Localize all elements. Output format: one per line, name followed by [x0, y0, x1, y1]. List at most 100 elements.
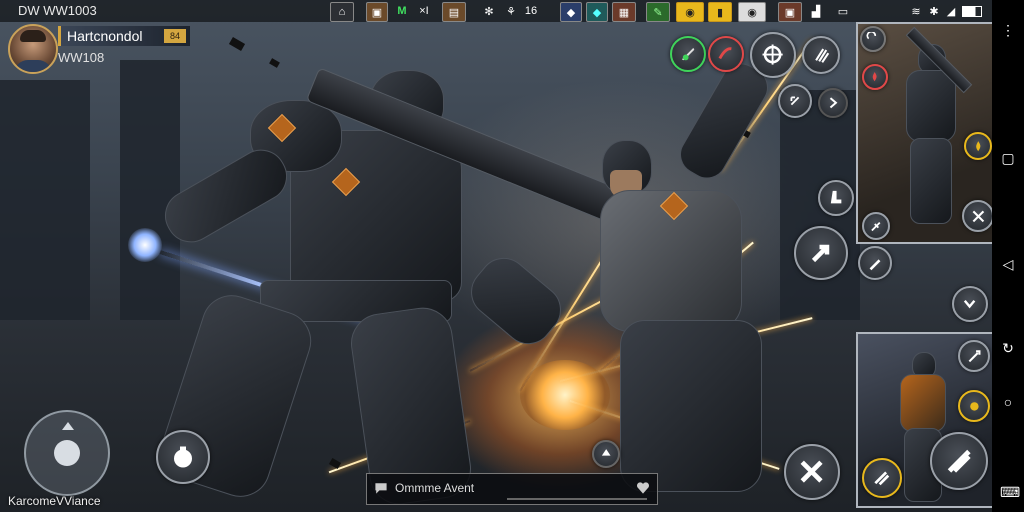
panel-skill-cross[interactable] — [962, 200, 992, 232]
chat-divider — [507, 498, 647, 500]
panel-skill-fire[interactable] — [862, 64, 888, 90]
crossbones-icon — [800, 460, 824, 484]
cellular-icon: ◢ — [946, 5, 956, 18]
player-name: Hartcnondol — [67, 28, 143, 44]
knife-icon — [869, 259, 881, 271]
signal-icon: ▟ — [811, 5, 821, 18]
throw-button[interactable] — [858, 246, 892, 280]
more-icon[interactable]: ⋮ — [1000, 22, 1016, 38]
preview-torso — [906, 70, 956, 142]
badge-icon[interactable]: ▣ — [778, 2, 802, 22]
gold-coin-icon[interactable]: ◉ — [676, 2, 704, 22]
kick-button[interactable] — [818, 180, 854, 216]
reload-button[interactable] — [778, 84, 812, 118]
panel2-skill-burst[interactable] — [958, 390, 990, 422]
player-avatar[interactable] — [8, 24, 58, 74]
debris — [228, 37, 246, 51]
reload-icon — [790, 96, 800, 106]
soldier-arm — [155, 140, 297, 252]
bottom-label: KarcomeVViance — [8, 494, 101, 508]
keyboard-icon[interactable]: ⌨ — [1000, 484, 1020, 500]
avatar-shirt — [14, 60, 52, 72]
melee-attack-button[interactable] — [794, 226, 848, 280]
network-icon: ⚘ — [506, 5, 516, 18]
chat-text: Ommme Avent — [395, 481, 475, 495]
rocket-icon — [968, 349, 981, 362]
swap-button[interactable] — [818, 88, 848, 118]
panel2-skill-rocket[interactable] — [958, 340, 990, 372]
flame-icon — [976, 140, 981, 152]
ruined-building — [0, 80, 90, 320]
slash-skill-button[interactable] — [708, 36, 744, 72]
wifi-icon: ≋ — [911, 5, 921, 18]
chat-bar[interactable]: Ommme Avent — [366, 473, 658, 505]
ping-icon — [601, 448, 611, 456]
recents-icon[interactable]: ▢ — [1000, 150, 1016, 166]
enemy-soldier — [580, 56, 800, 492]
character-preview-top[interactable] — [856, 22, 994, 244]
chevron-down-icon — [964, 300, 976, 309]
fire-icon — [873, 72, 878, 82]
shield-icon[interactable]: ◆ — [560, 2, 582, 22]
home-button-icon[interactable]: ○ — [1000, 394, 1016, 410]
panel-skill-flame[interactable] — [964, 132, 992, 160]
chat-icon — [375, 483, 387, 494]
screen-icon: ▭ — [837, 5, 849, 18]
movement-joystick[interactable] — [24, 410, 110, 496]
gold-bar-icon[interactable]: ▮ — [708, 2, 732, 22]
crosshair-icon — [762, 44, 784, 66]
burst-icon — [969, 401, 979, 411]
crouch-button[interactable] — [952, 286, 988, 322]
crate-icon[interactable]: ▦ — [612, 2, 636, 22]
player-level: WW108 — [58, 50, 105, 65]
loot-icon[interactable]: ▤ — [442, 2, 466, 22]
indicator-16: 16 — [524, 5, 538, 17]
indicator-m: M — [397, 5, 407, 17]
debris — [269, 58, 280, 68]
crosshair-skill-button[interactable] — [750, 32, 796, 78]
character-preview-bottom[interactable] — [856, 332, 994, 508]
avatar-hair — [20, 30, 46, 42]
slash-icon — [718, 47, 732, 60]
preview-legs — [910, 138, 952, 224]
bluetooth-icon: ✱ — [929, 5, 939, 18]
arrow-icon — [811, 244, 830, 263]
navigation-bar: ⋮ ▢ ◁ ↻ ○ ⌨ — [992, 0, 1024, 512]
enemy-legs — [620, 320, 762, 492]
refresh-icon — [866, 32, 877, 40]
gem-icon[interactable]: ◆ — [586, 2, 608, 22]
grenade-button[interactable] — [156, 430, 210, 484]
enemy-arm-raised — [672, 56, 776, 186]
status-left-text: DW WW1003 — [18, 3, 97, 18]
rotate-icon[interactable]: ↻ — [1000, 340, 1016, 356]
joystick-knob[interactable] — [54, 440, 80, 466]
chest-icon[interactable]: ▣ — [366, 2, 388, 22]
player-name-plate: Hartcnondol 84 — [58, 26, 190, 46]
panel-skill-slash[interactable] — [862, 212, 890, 240]
leaf-icon[interactable]: ✎ — [646, 2, 670, 22]
ping-button[interactable] — [592, 440, 620, 468]
claws-icon — [815, 48, 829, 63]
blade-icon — [682, 48, 695, 61]
preview2-torso — [900, 374, 946, 432]
heart-icon[interactable] — [635, 480, 651, 496]
cross-blades-icon — [972, 210, 984, 222]
grenade-icon — [174, 446, 192, 468]
panel2-attack-button[interactable] — [930, 432, 988, 490]
indicator-xi: ×I — [419, 5, 429, 17]
settings-icon[interactable]: ✻ — [480, 2, 498, 20]
boot-icon — [831, 191, 842, 204]
sword-icon — [871, 221, 881, 231]
up-arrow-icon — [62, 422, 74, 430]
record-icon[interactable]: ◉ — [738, 2, 766, 22]
panel-close-button[interactable] — [860, 26, 886, 52]
blade-skill-button[interactable] — [670, 36, 706, 72]
home-icon[interactable]: ⌂ — [330, 2, 354, 22]
panel2-skill-dash[interactable] — [862, 458, 902, 498]
status-bar: DW WW1003 ⌂ ▣ M ×I ▤ ✻ ⚘ 16 ◆ ◆ ▦ ✎ ◉ ▮ … — [0, 0, 992, 22]
finisher-button[interactable] — [784, 444, 840, 500]
dash-icon — [874, 471, 890, 486]
claws-skill-button[interactable] — [802, 36, 840, 74]
back-icon[interactable]: ◁ — [1000, 256, 1016, 272]
battery-icon — [960, 2, 984, 20]
